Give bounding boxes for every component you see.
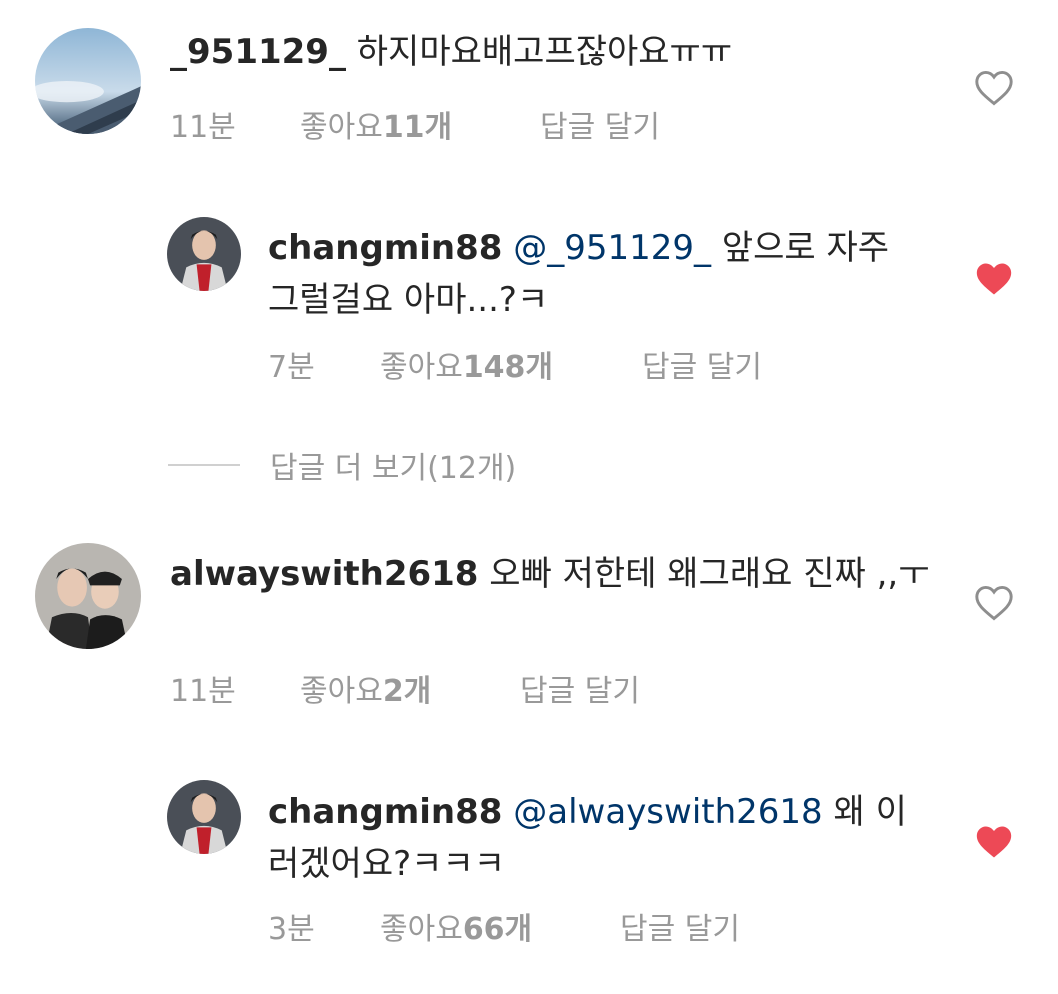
comment-likes[interactable]: 좋아요 66개 <box>380 904 620 948</box>
comment-username[interactable]: alwayswith2618 <box>170 554 478 594</box>
avatar[interactable] <box>167 217 241 291</box>
comment-meta: 11분 좋아요 11개 답글 달기 <box>170 102 660 146</box>
comment-text: _951129_ 하지마요배고프잖아요ㅠㅠ <box>170 26 930 78</box>
avatar[interactable] <box>35 543 141 649</box>
comment-meta: 3분 좋아요 66개 답글 달기 <box>268 904 740 948</box>
mention-link[interactable]: @_951129_ <box>513 228 711 268</box>
view-more-replies[interactable]: 답글 더 보기(12개) <box>168 443 516 487</box>
comment-meta: 11분 좋아요 2개 답글 달기 <box>170 666 640 710</box>
avatar-image <box>167 780 241 854</box>
reply-button[interactable]: 답글 달기 <box>520 666 640 710</box>
comment-likes[interactable]: 좋아요 11개 <box>300 102 540 146</box>
comment-body: 하지마요배고프잖아요ㅠㅠ <box>345 32 733 72</box>
liked-heart-icon[interactable] <box>974 261 1014 297</box>
avatar[interactable] <box>167 780 241 854</box>
comment-username[interactable]: _951129_ <box>170 32 346 72</box>
comment-time: 11분 <box>170 674 236 709</box>
liked-heart-icon[interactable] <box>974 824 1014 860</box>
comment-time: 7분 <box>268 350 315 385</box>
comment-body: 오빠 저한테 왜그래요 진짜 ,,ㅜ <box>478 554 930 594</box>
reply-text: changmin88 @_951129_ 앞으로 자주 그럴걸요 아마...?ㅋ <box>268 222 908 326</box>
comment-username[interactable]: changmin88 <box>268 792 502 832</box>
comment-time: 11분 <box>170 110 236 145</box>
comment-username[interactable]: changmin88 <box>268 228 502 268</box>
comment-time: 3분 <box>268 912 315 947</box>
reply-button[interactable]: 답글 달기 <box>620 904 740 948</box>
reply-button[interactable]: 답글 달기 <box>540 102 660 146</box>
avatar-image <box>35 28 141 134</box>
view-more-replies-label[interactable]: 답글 더 보기(12개) <box>270 443 516 487</box>
comment-text: alwayswith2618 오빠 저한테 왜그래요 진짜 ,,ㅜ <box>170 548 930 600</box>
divider <box>168 464 240 466</box>
avatar-image <box>35 543 141 649</box>
comment-likes[interactable]: 좋아요 148개 <box>380 342 642 386</box>
reply-text: changmin88 @alwayswith2618 왜 이러겠어요?ㅋㅋㅋ <box>268 786 928 890</box>
comment-meta: 7분 좋아요 148개 답글 달기 <box>268 342 762 386</box>
comment-likes[interactable]: 좋아요 2개 <box>300 666 520 710</box>
reply-button[interactable]: 답글 달기 <box>642 342 762 386</box>
mention-link[interactable]: @alwayswith2618 <box>513 792 822 832</box>
like-heart-icon[interactable] <box>974 70 1014 106</box>
avatar-image <box>167 217 241 291</box>
avatar[interactable] <box>35 28 141 134</box>
like-heart-icon[interactable] <box>974 585 1014 621</box>
